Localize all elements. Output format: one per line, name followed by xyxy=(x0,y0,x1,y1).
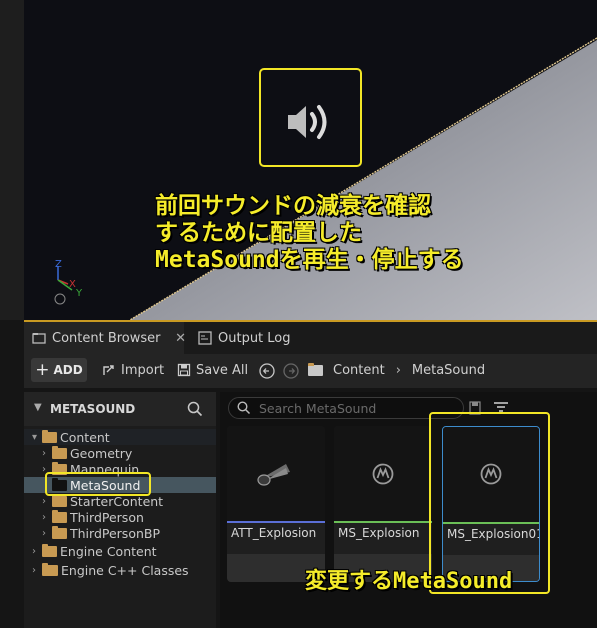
annotation-text: 前回サウンドの減衰を確認 するために配置した MetaSoundを再生・停止する xyxy=(155,193,464,274)
sources-title: METASOUND xyxy=(50,402,136,416)
viewport-side-strip xyxy=(0,0,24,320)
save-all-label: Save All xyxy=(196,362,249,378)
level-viewport[interactable]: 前回サウンドの減衰を確認 するために配置した MetaSoundを再生・停止する Z… xyxy=(0,0,597,320)
folder-icon xyxy=(52,525,67,539)
annotation-line-2: するために配置した xyxy=(155,220,362,246)
folder-icon xyxy=(308,362,323,376)
import-icon xyxy=(103,365,114,375)
tree-item-thirdpersonbp[interactable]: › ThirdPersonBP xyxy=(24,525,216,541)
folder-open-icon xyxy=(42,429,57,443)
tree-item-label: ThirdPerson xyxy=(70,509,144,525)
sources-panel: ▼ METASOUND ▾ Content › Geometry › Mannequi… xyxy=(24,392,216,628)
asset-name: ATT_Explosion xyxy=(231,526,317,540)
output-log-icon xyxy=(198,331,212,345)
folder-icon xyxy=(42,543,57,557)
chevron-down-icon[interactable]: ▾ xyxy=(32,432,42,443)
add-button[interactable]: + ADD xyxy=(31,358,87,382)
asset-tile-att-explosion[interactable]: ATT_Explosion xyxy=(227,426,325,582)
close-icon[interactable]: ✕ xyxy=(175,331,186,346)
asset-thumbnail xyxy=(227,426,325,521)
chevron-right-icon[interactable]: › xyxy=(42,528,52,539)
chevron-right-icon: › xyxy=(395,362,401,378)
back-arrow-icon[interactable] xyxy=(259,363,275,379)
content-browser-icon xyxy=(32,333,46,344)
folder-icon xyxy=(52,509,67,523)
search-icon xyxy=(237,401,251,415)
tree-item-geometry[interactable]: › Geometry xyxy=(24,445,216,461)
import-button-label: Import xyxy=(121,362,165,378)
breadcrumb: Content › MetaSound xyxy=(308,358,485,382)
chevron-right-icon[interactable]: › xyxy=(32,565,42,576)
tab-content-browser-label: Content Browser xyxy=(52,330,161,346)
annotation-line-3: MetaSoundを再生・停止する xyxy=(155,247,464,273)
asset-type-bar xyxy=(227,521,325,523)
breadcrumb-metasound[interactable]: MetaSound xyxy=(412,363,485,378)
speaker-icon[interactable] xyxy=(284,98,344,146)
save-icon xyxy=(177,363,191,377)
breadcrumb-content[interactable]: Content xyxy=(333,363,385,378)
axis-y-label: Y xyxy=(75,288,83,299)
plus-icon: + xyxy=(35,360,50,380)
asset-thumbnail xyxy=(334,426,432,521)
chevron-right-icon[interactable]: › xyxy=(42,512,52,523)
forward-arrow-icon[interactable] xyxy=(283,363,299,379)
save-all-button[interactable]: Save All xyxy=(177,358,248,382)
tree-item-label: Engine Content xyxy=(60,543,157,559)
annotation-line-1: 前回サウンドの減衰を確認 xyxy=(155,193,431,219)
metasound-folder-highlight-box xyxy=(45,472,151,496)
attenuation-icon xyxy=(257,464,290,486)
chevron-down-icon[interactable]: ▼ xyxy=(34,402,42,413)
chevron-right-icon[interactable]: › xyxy=(42,448,52,459)
metasound-icon xyxy=(372,463,394,485)
tab-content-browser[interactable]: Content Browser ✕ xyxy=(24,322,186,354)
tree-item-engine-content[interactable]: › Engine Content xyxy=(24,543,216,559)
axis-gizmo: Z X Y xyxy=(54,259,83,305)
search-icon[interactable] xyxy=(187,401,203,417)
folder-icon xyxy=(52,493,67,507)
tree-item-thirdperson[interactable]: › ThirdPerson xyxy=(24,509,216,525)
tree-item-label: Content xyxy=(60,429,110,445)
tree-item-content[interactable]: ▾ Content xyxy=(24,429,216,445)
add-button-label: ADD xyxy=(53,363,83,377)
tree-item-engine-cpp-classes[interactable]: › Engine C++ Classes xyxy=(24,562,216,578)
chevron-right-icon[interactable]: › xyxy=(32,546,42,557)
axis-z-label: Z xyxy=(55,259,62,270)
import-button[interactable]: Import xyxy=(102,358,164,382)
chevron-right-icon[interactable]: › xyxy=(42,496,52,507)
tree-item-label: ThirdPersonBP xyxy=(70,525,161,541)
asset-type-bar xyxy=(334,521,432,523)
tab-output-log-label: Output Log xyxy=(218,330,291,346)
tree-item-label: Engine C++ Classes xyxy=(61,562,189,578)
panel-tab-bar: Content Browser ✕ Output Log xyxy=(24,320,597,354)
asset-name: MS_Explosion xyxy=(338,526,420,540)
tab-output-log[interactable]: Output Log xyxy=(192,322,291,354)
folder-icon xyxy=(52,445,67,459)
tree-item-label: Geometry xyxy=(70,445,133,461)
sources-header[interactable]: ▼ METASOUND xyxy=(24,392,216,426)
callout-label: 変更するMetaSound xyxy=(305,569,513,594)
cpp-folder-icon xyxy=(42,562,58,576)
asset-tile-ms-explosion[interactable]: MS_Explosion xyxy=(334,426,432,582)
search-placeholder: Search MetaSound xyxy=(259,401,377,416)
content-browser-toolbar: + ADD Import Save All Content › MetaSoun… xyxy=(24,354,597,388)
axis-x-label: X xyxy=(69,279,76,290)
